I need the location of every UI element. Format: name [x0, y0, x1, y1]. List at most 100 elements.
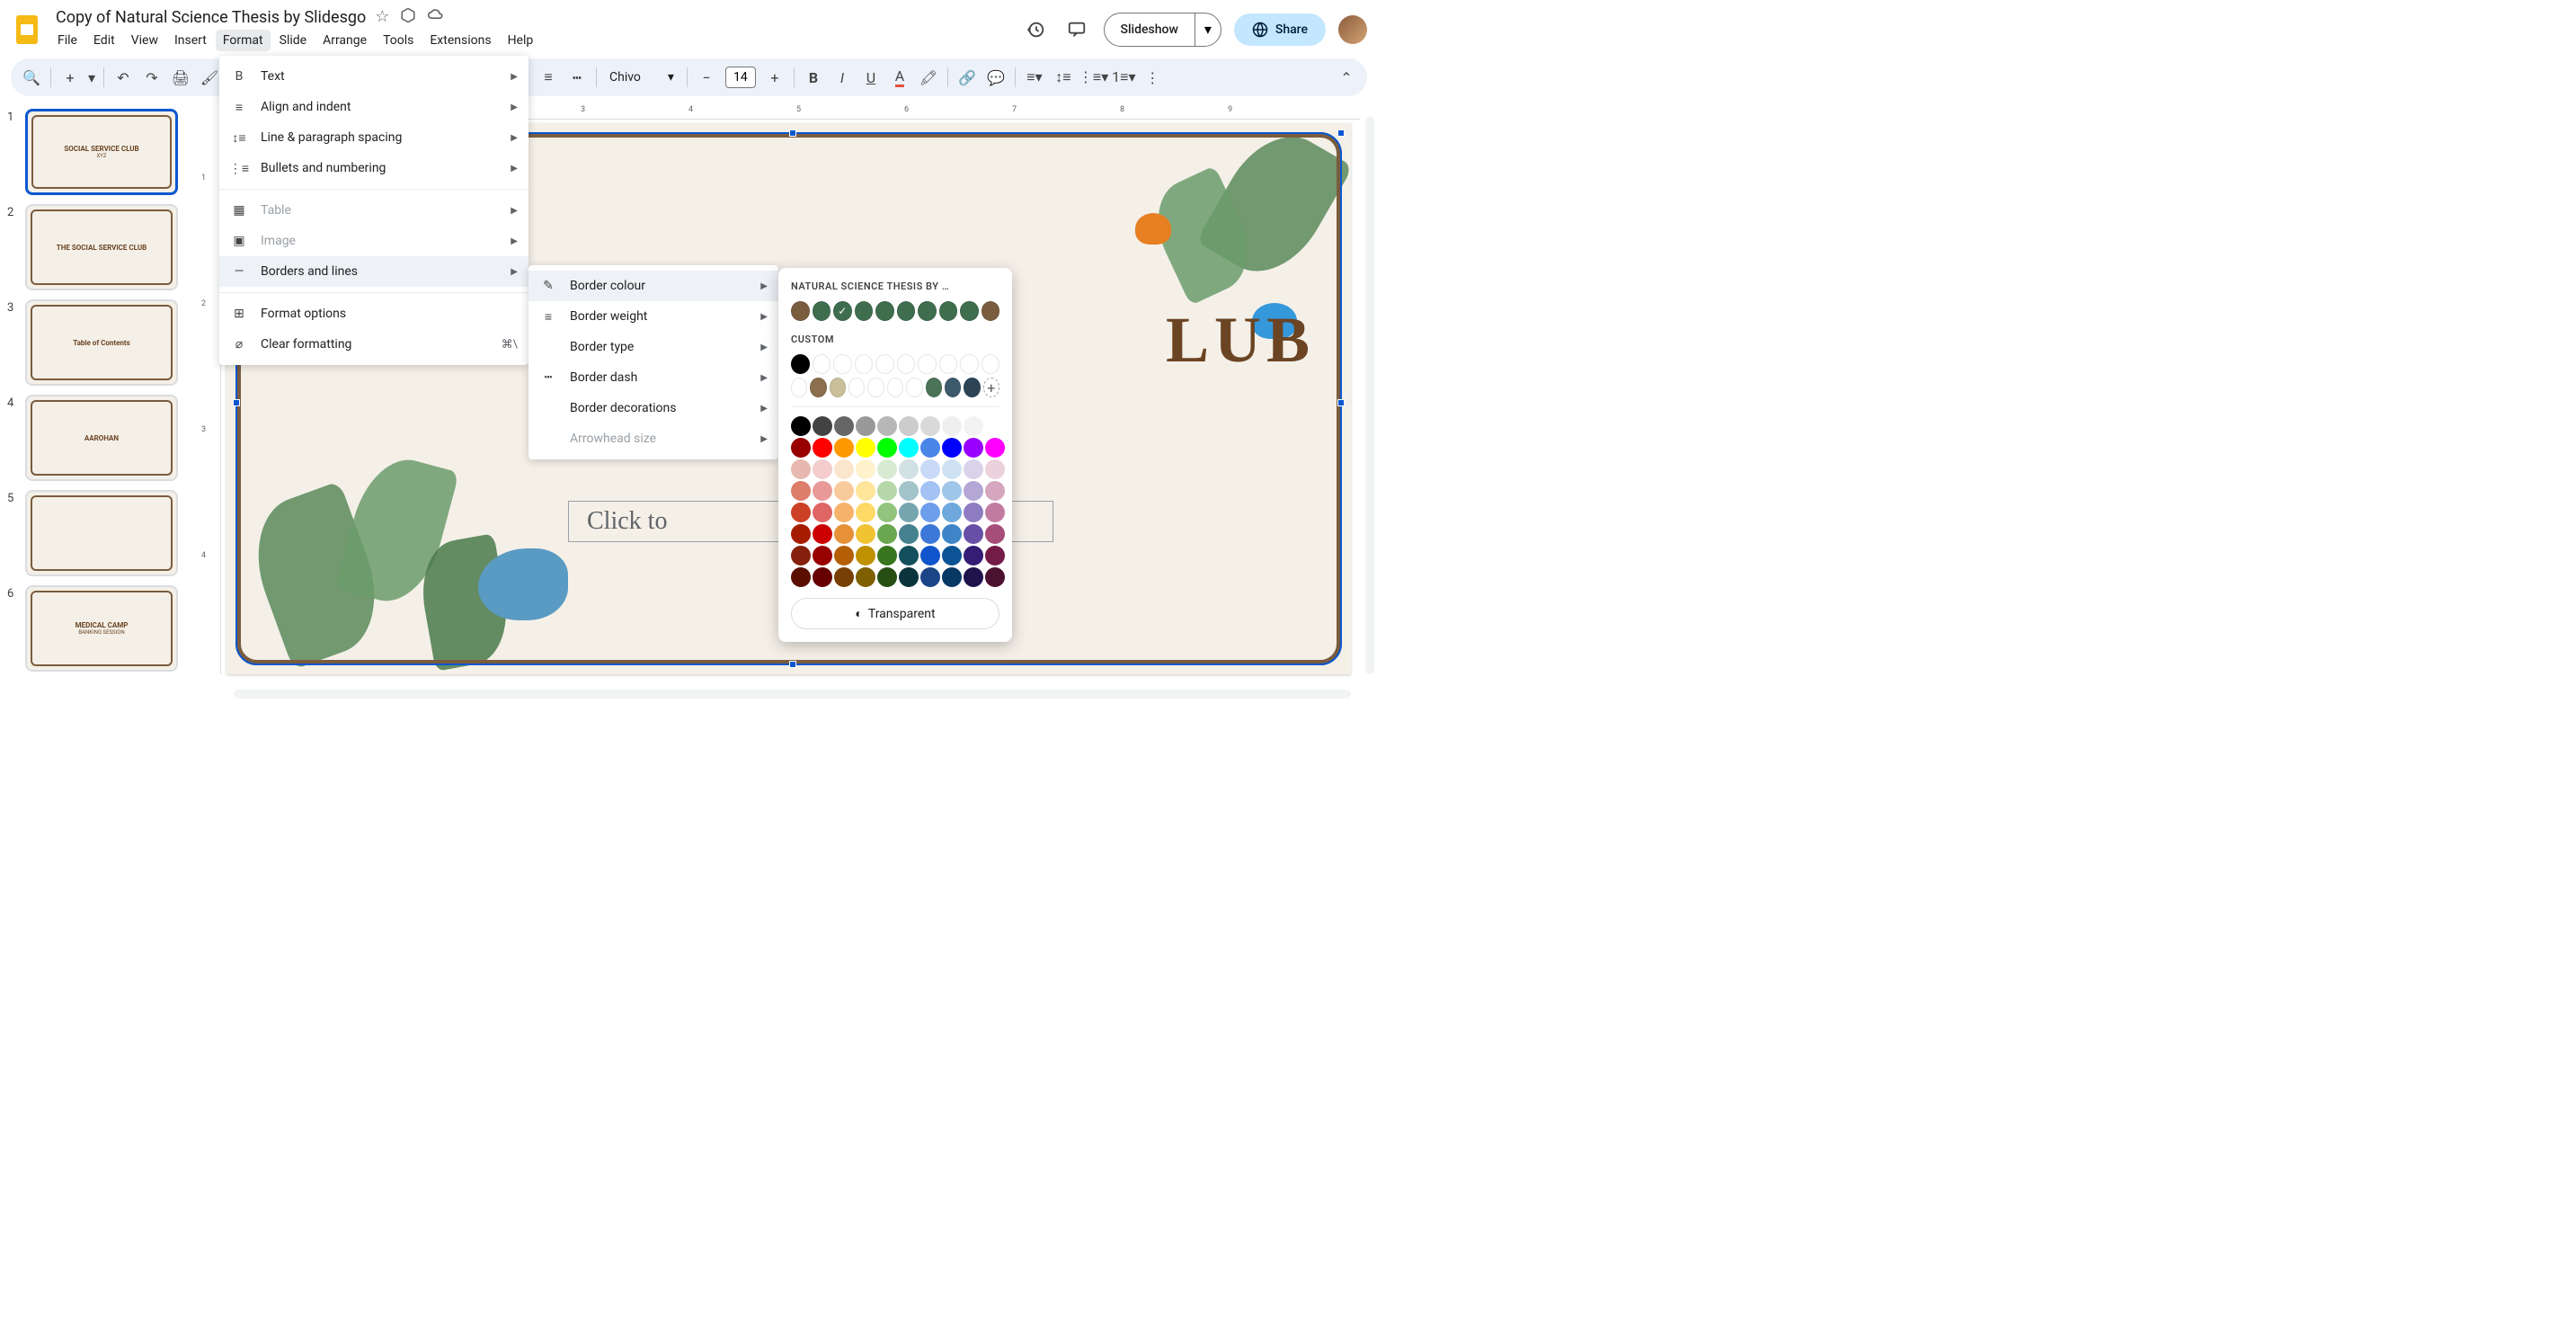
color-swatch[interactable]: [791, 546, 811, 565]
menu-tools[interactable]: Tools: [376, 30, 421, 51]
color-swatch[interactable]: [810, 378, 826, 397]
color-swatch[interactable]: [877, 546, 897, 565]
star-icon[interactable]: ☆: [375, 7, 389, 28]
color-swatch[interactable]: [848, 378, 865, 397]
color-swatch[interactable]: [791, 481, 811, 501]
color-swatch[interactable]: [964, 503, 983, 522]
color-swatch[interactable]: [899, 546, 919, 565]
more-button[interactable]: ⋮: [1139, 64, 1166, 91]
color-swatch[interactable]: [942, 481, 962, 501]
color-swatch[interactable]: [856, 546, 875, 565]
cloud-icon[interactable]: [427, 7, 445, 28]
doc-title[interactable]: Copy of Natural Science Thesis by Slides…: [56, 8, 366, 27]
horizontal-scrollbar[interactable]: [234, 690, 1351, 699]
color-swatch[interactable]: [899, 503, 919, 522]
color-swatch[interactable]: [939, 354, 958, 374]
color-swatch[interactable]: [964, 378, 980, 397]
color-swatch[interactable]: [877, 459, 897, 479]
color-swatch[interactable]: [813, 546, 832, 565]
color-swatch[interactable]: [834, 416, 854, 436]
color-swatch[interactable]: [918, 301, 937, 321]
color-swatch[interactable]: [945, 378, 961, 397]
color-swatch[interactable]: [920, 481, 940, 501]
transparent-button[interactable]: ◐ Transparent: [791, 598, 999, 629]
color-swatch[interactable]: [985, 567, 1005, 587]
slides-logo[interactable]: [11, 13, 43, 46]
text-color-button[interactable]: A: [886, 64, 913, 91]
comment-button[interactable]: 💬: [982, 64, 1009, 91]
color-swatch[interactable]: [856, 481, 875, 501]
menu-help[interactable]: Help: [501, 30, 541, 51]
increase-font-button[interactable]: +: [761, 64, 788, 91]
color-swatch[interactable]: [964, 416, 983, 436]
vertical-scrollbar[interactable]: [1365, 117, 1374, 674]
borders-item-border-decorations[interactable]: Border decorations▶: [529, 393, 778, 423]
color-swatch[interactable]: [834, 438, 854, 458]
slide-thumbnail[interactable]: Table of Contents: [25, 299, 178, 386]
color-swatch[interactable]: [920, 459, 940, 479]
format-item-align-and-indent[interactable]: ≡Align and indent▶: [219, 92, 529, 122]
bold-button[interactable]: B: [800, 64, 827, 91]
color-swatch[interactable]: [813, 503, 832, 522]
color-swatch[interactable]: [791, 301, 810, 321]
color-swatch[interactable]: [875, 301, 894, 321]
color-swatch[interactable]: [985, 481, 1005, 501]
color-swatch[interactable]: [887, 378, 903, 397]
color-swatch[interactable]: [856, 438, 875, 458]
color-swatch[interactable]: [899, 481, 919, 501]
color-swatch[interactable]: [875, 354, 894, 374]
color-swatch[interactable]: [926, 378, 942, 397]
italic-button[interactable]: I: [829, 64, 856, 91]
color-swatch[interactable]: [982, 354, 1000, 374]
color-swatch[interactable]: [899, 459, 919, 479]
slideshow-dropdown-icon[interactable]: ▾: [1195, 13, 1221, 46]
format-item-line-paragraph-spacing[interactable]: ↕≡Line & paragraph spacing▶: [219, 122, 529, 153]
format-item-text[interactable]: BText▶: [219, 61, 529, 92]
color-swatch[interactable]: [791, 416, 811, 436]
slide-thumbnail[interactable]: SOCIAL SERVICE CLUBXYZ: [25, 109, 178, 195]
color-swatch[interactable]: [942, 546, 962, 565]
align-button[interactable]: ≡▾: [1021, 64, 1048, 91]
color-swatch[interactable]: [856, 524, 875, 544]
collapse-toolbar-icon[interactable]: ⌃: [1333, 64, 1360, 91]
borders-item-border-dash[interactable]: ┅Border dash▶: [529, 362, 778, 393]
decrease-font-button[interactable]: −: [693, 64, 720, 91]
menu-view[interactable]: View: [124, 30, 165, 51]
new-slide-button[interactable]: +: [57, 64, 84, 91]
color-swatch[interactable]: [877, 567, 897, 587]
color-swatch[interactable]: [985, 546, 1005, 565]
menu-insert[interactable]: Insert: [167, 30, 214, 51]
color-swatch[interactable]: [920, 567, 940, 587]
color-swatch[interactable]: [834, 546, 854, 565]
color-swatch[interactable]: [920, 546, 940, 565]
menu-format[interactable]: Format: [216, 30, 271, 51]
color-swatch[interactable]: [830, 378, 846, 397]
search-icon[interactable]: 🔍: [18, 64, 45, 91]
color-swatch[interactable]: [942, 438, 962, 458]
color-swatch[interactable]: [867, 378, 884, 397]
new-slide-dropdown[interactable]: ▾: [85, 64, 98, 91]
menu-edit[interactable]: Edit: [86, 30, 122, 51]
color-swatch[interactable]: [791, 567, 811, 587]
border-dash-button[interactable]: ┅: [564, 64, 591, 91]
number-list-button[interactable]: 1≡▾: [1110, 64, 1137, 91]
color-swatch[interactable]: [833, 301, 852, 321]
color-swatch[interactable]: [813, 459, 832, 479]
slide-thumbnail[interactable]: [25, 490, 178, 576]
color-swatch[interactable]: [899, 567, 919, 587]
color-swatch[interactable]: [985, 503, 1005, 522]
color-swatch[interactable]: [985, 459, 1005, 479]
color-swatch[interactable]: [899, 438, 919, 458]
format-item-borders-and-lines[interactable]: —Borders and lines▶: [219, 256, 529, 287]
underline-button[interactable]: U: [857, 64, 884, 91]
color-swatch[interactable]: [791, 354, 810, 374]
color-swatch[interactable]: [813, 354, 831, 374]
color-swatch[interactable]: [855, 301, 874, 321]
highlight-button[interactable]: 🖍: [915, 64, 942, 91]
color-swatch[interactable]: [834, 459, 854, 479]
color-swatch[interactable]: [856, 459, 875, 479]
color-swatch[interactable]: [982, 301, 1000, 321]
borders-item-border-type[interactable]: Border type▶: [529, 332, 778, 362]
format-item-clear-formatting[interactable]: ⌀Clear formatting⌘\: [219, 329, 529, 360]
color-swatch[interactable]: [877, 416, 897, 436]
